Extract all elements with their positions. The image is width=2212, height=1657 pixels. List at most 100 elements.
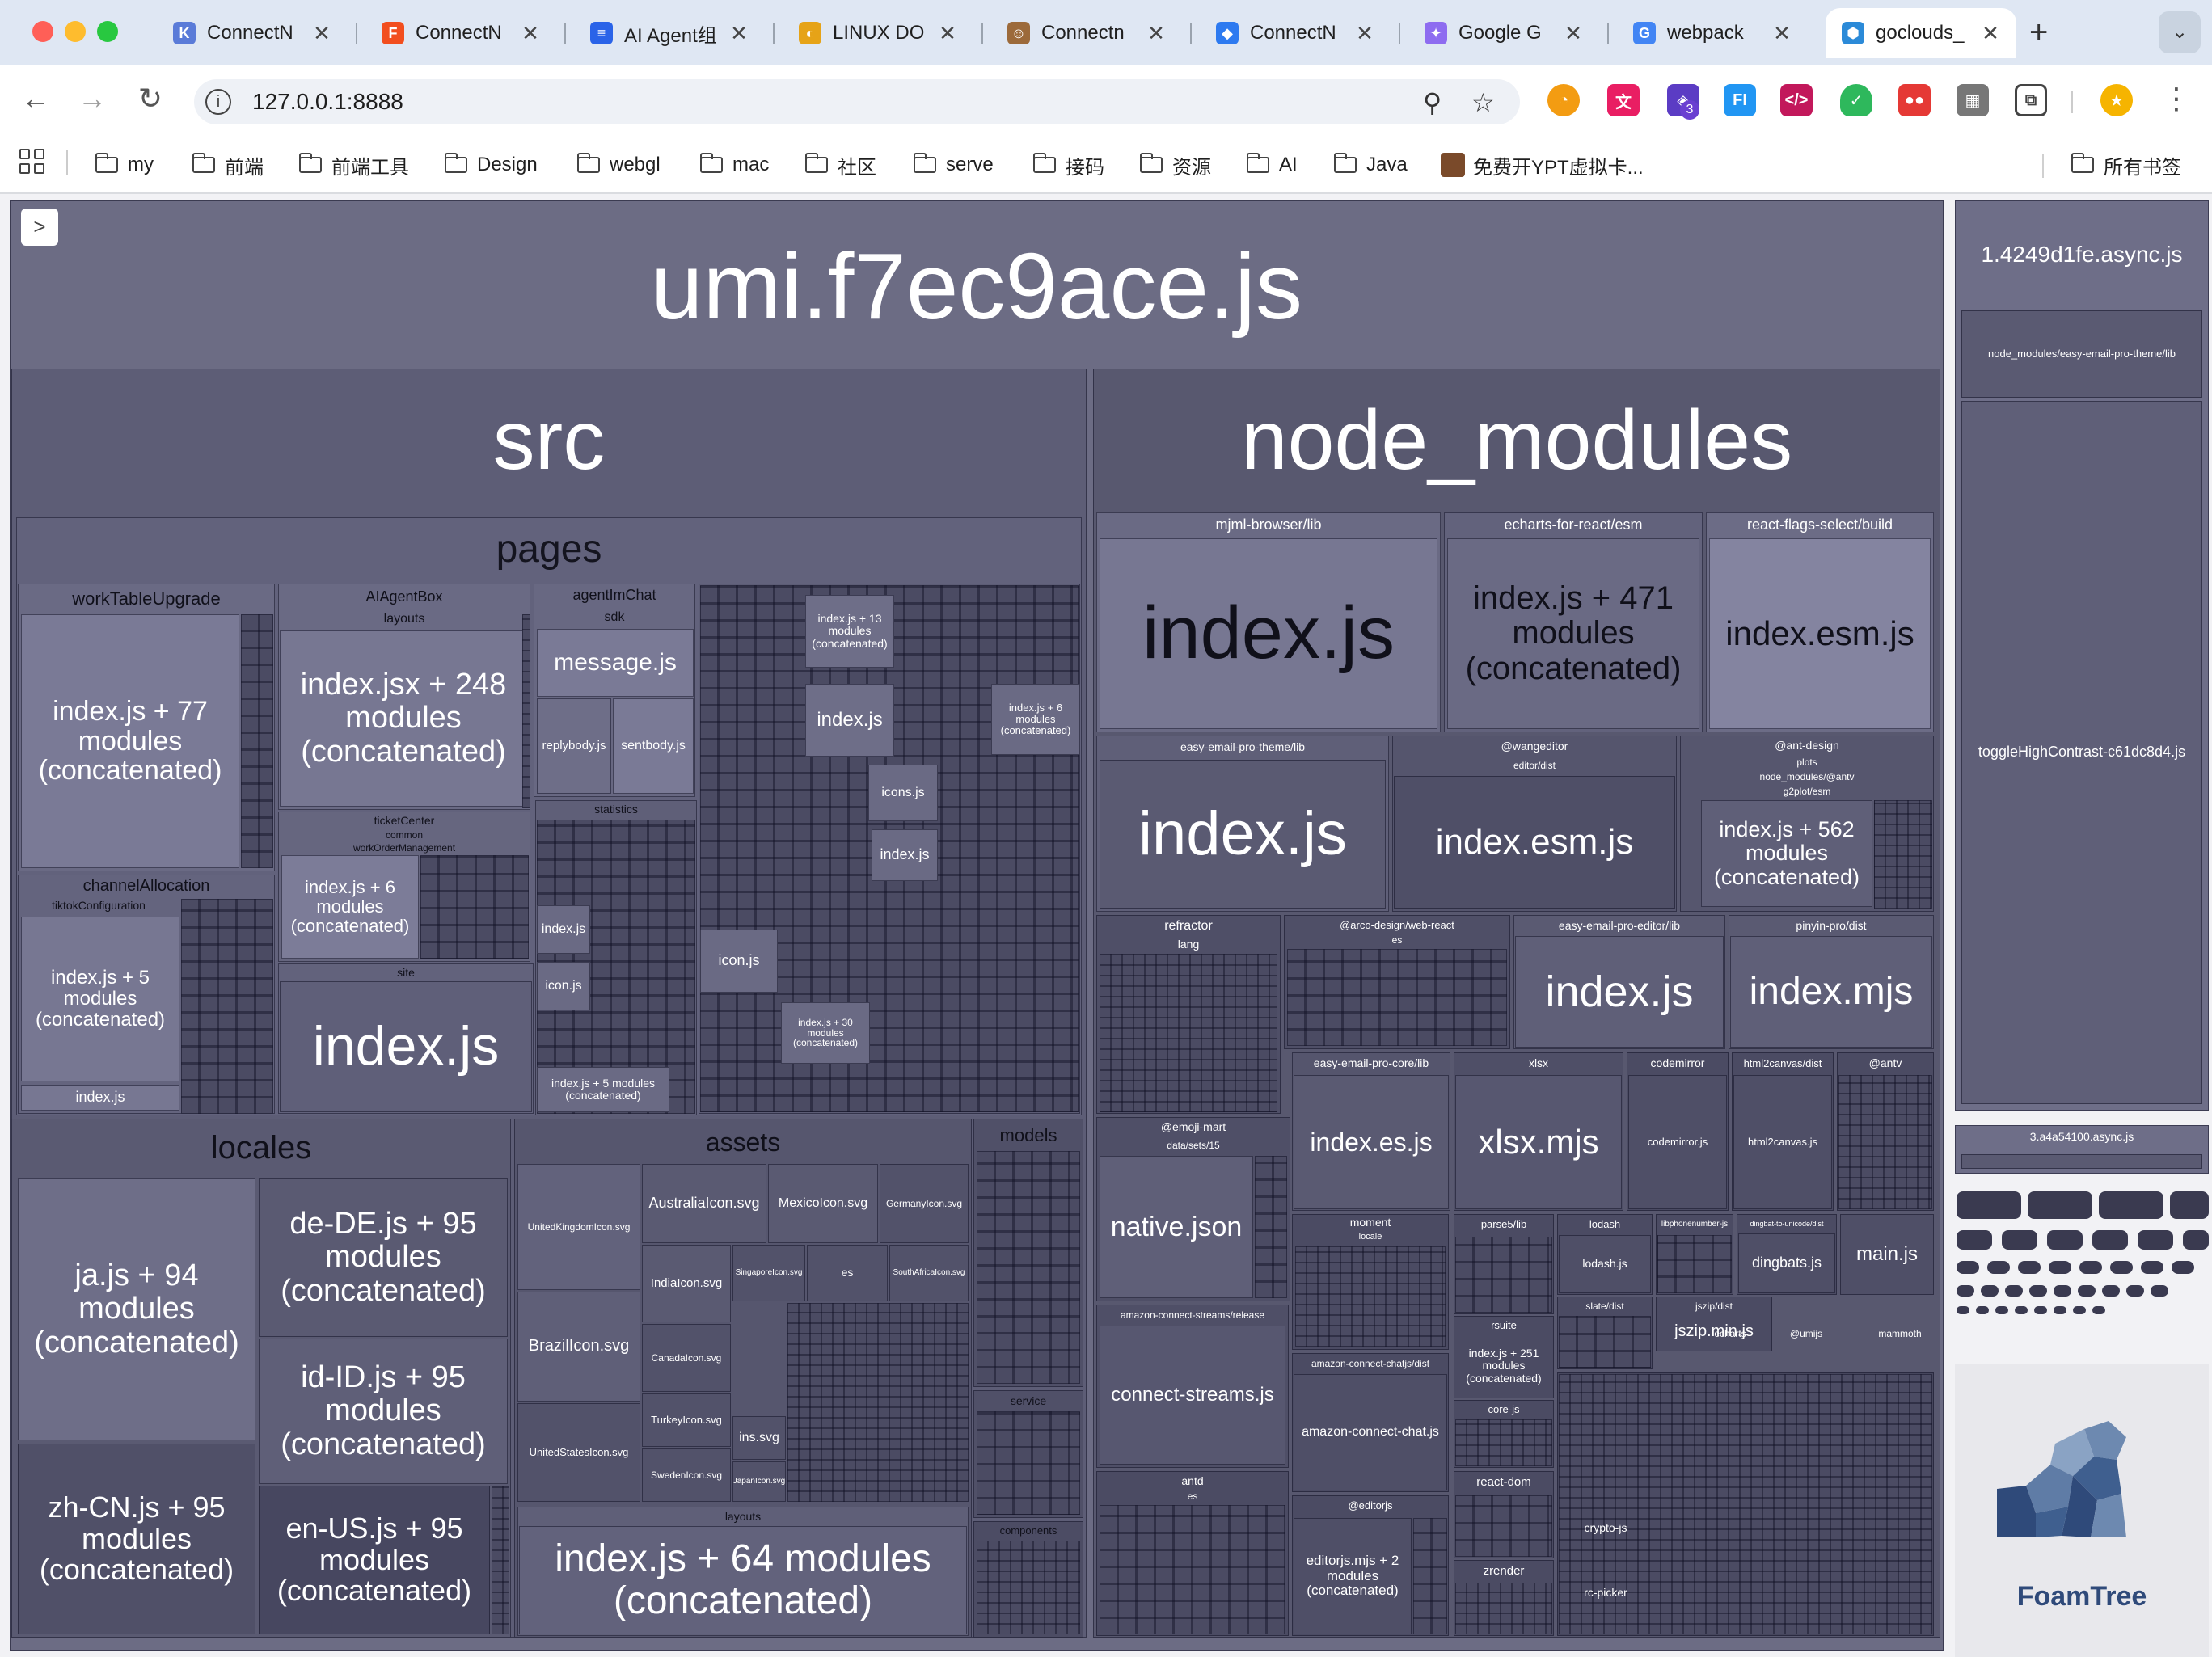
bookmark-item[interactable]: webgl: [577, 149, 661, 181]
mosaic-assets[interactable]: [787, 1303, 969, 1502]
tab-8[interactable]: Gwebpack ✕: [1617, 8, 1808, 58]
async-chunk-tile[interactable]: [2170, 1191, 2209, 1219]
address-url[interactable]: 127.0.0.1:8888: [252, 89, 403, 115]
async-chunk-tile[interactable]: [2099, 1191, 2163, 1219]
tab-3[interactable]: ≡ AI Agent组 ✕: [574, 8, 765, 58]
tab-close-icon[interactable]: ✕: [1562, 21, 1585, 46]
async-chunk-tile[interactable]: [2102, 1285, 2120, 1297]
async-chunk-tile[interactable]: [2029, 1285, 2047, 1297]
tab-close-icon[interactable]: ✕: [1771, 21, 1793, 46]
close-window-button[interactable]: [32, 21, 53, 42]
tab-4[interactable]: ◐ LINUX DO ✕: [783, 8, 973, 58]
async-chunk-tile[interactable]: [2172, 1261, 2194, 1274]
bookmark-star-icon[interactable]: ☆: [1471, 87, 1495, 118]
async-chunk-tile[interactable]: [2151, 1285, 2168, 1297]
async-chunk-tile[interactable]: [2049, 1261, 2071, 1274]
async-chunk-tile[interactable]: [2054, 1285, 2071, 1297]
apps-grid-icon[interactable]: [19, 149, 47, 176]
extension-record-icon[interactable]: ●●: [1898, 84, 1931, 116]
async-chunk-tile[interactable]: [2002, 1230, 2037, 1250]
mosaic-antd[interactable]: [1100, 1505, 1285, 1634]
extension-translate-icon[interactable]: 文: [1607, 84, 1640, 116]
mosaic-channel-side[interactable]: [181, 899, 273, 1114]
async-chunk-tile[interactable]: [2092, 1230, 2128, 1250]
mosaic-moment[interactable]: [1295, 1246, 1446, 1347]
tab-1[interactable]: K ConnectN ✕: [157, 8, 348, 58]
sidebar-toggle-button[interactable]: >: [21, 209, 58, 246]
async-chunk-tile[interactable]: [2078, 1285, 2096, 1297]
tab-close-icon[interactable]: ✕: [936, 21, 959, 46]
tab-close-icon[interactable]: ✕: [1979, 21, 2002, 46]
mosaic-editorjs-side[interactable]: [1413, 1518, 1447, 1634]
maximize-window-button[interactable]: [97, 21, 118, 42]
tab-close-icon[interactable]: ✕: [519, 21, 542, 46]
bookmark-item[interactable]: mac: [700, 149, 769, 181]
tab-close-icon[interactable]: ✕: [1145, 21, 1167, 46]
reload-button[interactable]: ↻: [129, 78, 171, 120]
bookmark-item[interactable]: 前端: [192, 149, 264, 181]
async-chunk-tile[interactable]: [1987, 1261, 2010, 1274]
mosaic-reactdom[interactable]: [1455, 1495, 1552, 1557]
back-button[interactable]: ←: [15, 78, 57, 120]
mosaic-ticket-side[interactable]: [420, 855, 529, 959]
address-bar[interactable]: i 127.0.0.1:8888 ⚲ ☆: [194, 79, 1520, 124]
async-chunk-tile[interactable]: [2034, 1306, 2047, 1314]
tab-9[interactable]: ⬢ goclouds_ ✕: [1826, 8, 2016, 58]
bookmark-item[interactable]: my: [95, 149, 154, 181]
bookmark-item[interactable]: 接码: [1033, 149, 1104, 181]
bookmark-item[interactable]: 社区: [805, 149, 876, 181]
async-chunk-tile[interactable]: [2028, 1191, 2092, 1219]
async-chunk-tile[interactable]: [1976, 1306, 1989, 1314]
mosaic-worktable-side[interactable]: [241, 614, 273, 868]
async-chunk-tile[interactable]: [2015, 1306, 2028, 1314]
async-chunk-tile[interactable]: [2126, 1285, 2144, 1297]
async-chunk-tile[interactable]: [2005, 1285, 2023, 1297]
minimize-window-button[interactable]: [65, 21, 86, 42]
mosaic-libphone[interactable]: [1657, 1235, 1732, 1293]
extension-shield-icon[interactable]: ✓: [1840, 84, 1872, 116]
bookmark-item[interactable]: Design: [445, 149, 538, 181]
bookmark-item[interactable]: Java: [1334, 149, 1408, 181]
mosaic-corejs[interactable]: [1455, 1419, 1552, 1466]
mosaic-refractor[interactable]: [1100, 954, 1277, 1112]
extensions-puzzle-icon[interactable]: ⧉: [2015, 84, 2047, 116]
bundle-analyzer-viewport[interactable]: umi.f7ec9ace.js src pages workTableUpgrade i…: [0, 194, 2212, 1657]
bookmark-item[interactable]: 前端工具: [299, 149, 409, 181]
mosaic-parse5[interactable]: [1455, 1237, 1552, 1313]
zoom-icon[interactable]: ⚲: [1423, 87, 1442, 118]
bookmark-item[interactable]: serve: [914, 149, 994, 181]
extension-clock-icon[interactable]: ◔: [1547, 84, 1580, 116]
async-chunk-tile[interactable]: [2092, 1306, 2105, 1314]
async-chunk-tile[interactable]: [1957, 1261, 1979, 1274]
async-chunk-tile[interactable]: [1957, 1191, 2021, 1219]
async-chunk-tile[interactable]: [2073, 1306, 2086, 1314]
extension-gray-icon[interactable]: ▦: [1957, 84, 1989, 116]
mosaic-slate[interactable]: [1559, 1316, 1651, 1368]
tab-6[interactable]: ◆ ConnectN ✕: [1200, 8, 1391, 58]
async-chunk-tile[interactable]: [1995, 1306, 2008, 1314]
tab-5[interactable]: ☺ Connectn ✕: [991, 8, 1182, 58]
tab-close-icon[interactable]: ✕: [1353, 21, 1376, 46]
bookmark-item[interactable]: 资源: [1140, 149, 1211, 181]
async-chunk-tile[interactable]: [2018, 1261, 2041, 1274]
mosaic-antv[interactable]: [1838, 1075, 1932, 1209]
mosaic-emoji-side[interactable]: [1255, 1156, 1287, 1298]
extension-fi-icon[interactable]: FI: [1724, 84, 1756, 116]
mosaic-zrender[interactable]: [1455, 1583, 1552, 1634]
mosaic-models[interactable]: [977, 1151, 1080, 1384]
tab-search-button[interactable]: ⌄: [2159, 11, 2201, 53]
async-chunk-tile[interactable]: [2110, 1261, 2133, 1274]
tab-2[interactable]: F ConnectN ✕: [365, 8, 556, 58]
tab-7[interactable]: ✦ Google G ✕: [1408, 8, 1599, 58]
async-chunk-tile[interactable]: [2183, 1230, 2209, 1250]
profile-avatar[interactable]: ★: [2100, 84, 2133, 116]
mosaic-components[interactable]: [977, 1541, 1080, 1634]
extension-code-icon[interactable]: </>: [1780, 84, 1813, 116]
mosaic-plots-side[interactable]: [1874, 800, 1932, 909]
async-chunk-tile[interactable]: [2047, 1230, 2083, 1250]
async-chunk-tile[interactable]: [2138, 1230, 2173, 1250]
mosaic-arco[interactable]: [1287, 949, 1507, 1046]
mosaic-locales-side[interactable]: [492, 1486, 509, 1634]
site-info-icon[interactable]: i: [205, 89, 231, 115]
bookmark-item[interactable]: 免费开YPT虚拟卡...: [1441, 149, 1644, 181]
